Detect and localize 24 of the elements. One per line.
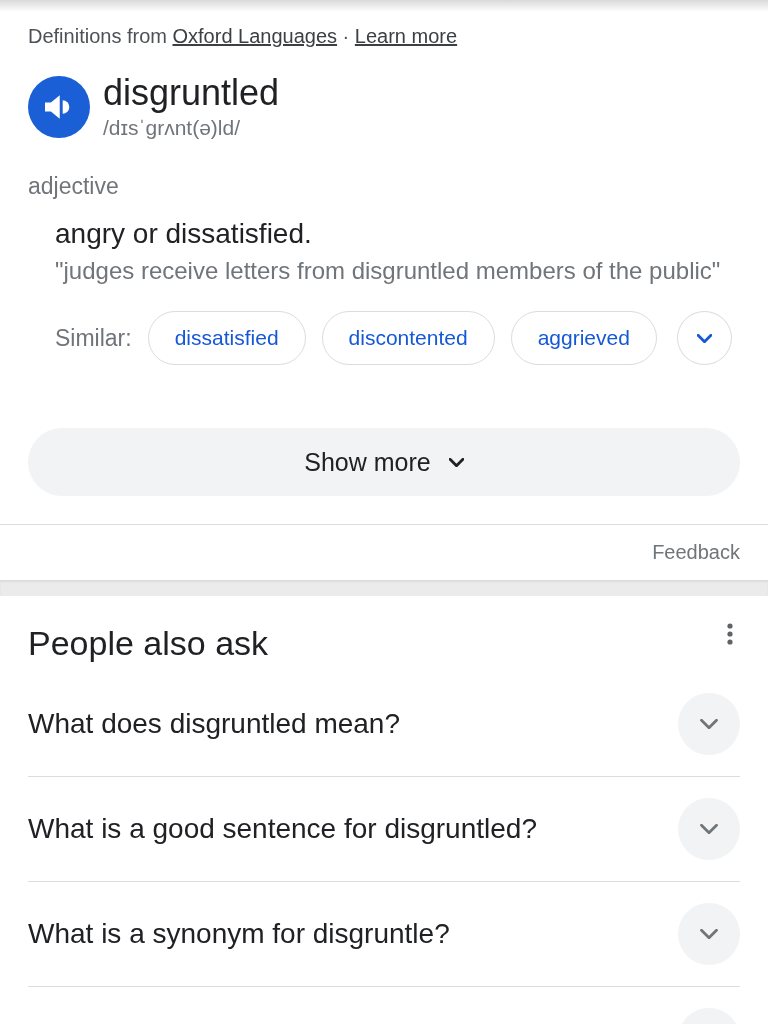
chevron-icon xyxy=(700,929,718,939)
source-link[interactable]: Oxford Languages xyxy=(172,25,338,47)
question-text: What is a synonym for disgruntle? xyxy=(28,917,450,951)
feedback-link[interactable]: Feedback xyxy=(652,540,740,564)
chevron-icon xyxy=(700,824,718,834)
chevron-down-icon xyxy=(696,333,712,343)
synonym-chip[interactable]: discontented xyxy=(321,311,495,365)
chevron-down-icon xyxy=(448,457,464,467)
section-title: People also ask xyxy=(28,623,269,663)
synonym-chip[interactable]: aggrieved xyxy=(510,311,657,365)
question-text: What is a good sentence for disgruntled? xyxy=(28,812,537,846)
definition-text: angry or dissatisfied. xyxy=(55,217,313,251)
part-of-speech: adjective xyxy=(28,172,120,200)
show-more-button[interactable]: Show more xyxy=(28,428,740,496)
learn-more-link[interactable]: Learn more xyxy=(354,25,458,47)
example-sentence: "judges receive letters from disgruntled members of the public" xyxy=(55,256,722,286)
question-text: What does disgruntled mean? xyxy=(28,707,400,741)
pronunciation: /dɪsˈgrʌnt(ə)ld/ xyxy=(103,116,241,140)
headword: disgruntled xyxy=(103,73,280,113)
source-attribution: Definitions from Oxford Languages · Learn more xyxy=(28,24,459,48)
more-options-icon[interactable] xyxy=(727,623,733,645)
synonym-chip[interactable]: dissatisfied xyxy=(147,311,306,365)
chevron-icon xyxy=(700,719,718,729)
similar-label: Similar: xyxy=(55,324,132,352)
